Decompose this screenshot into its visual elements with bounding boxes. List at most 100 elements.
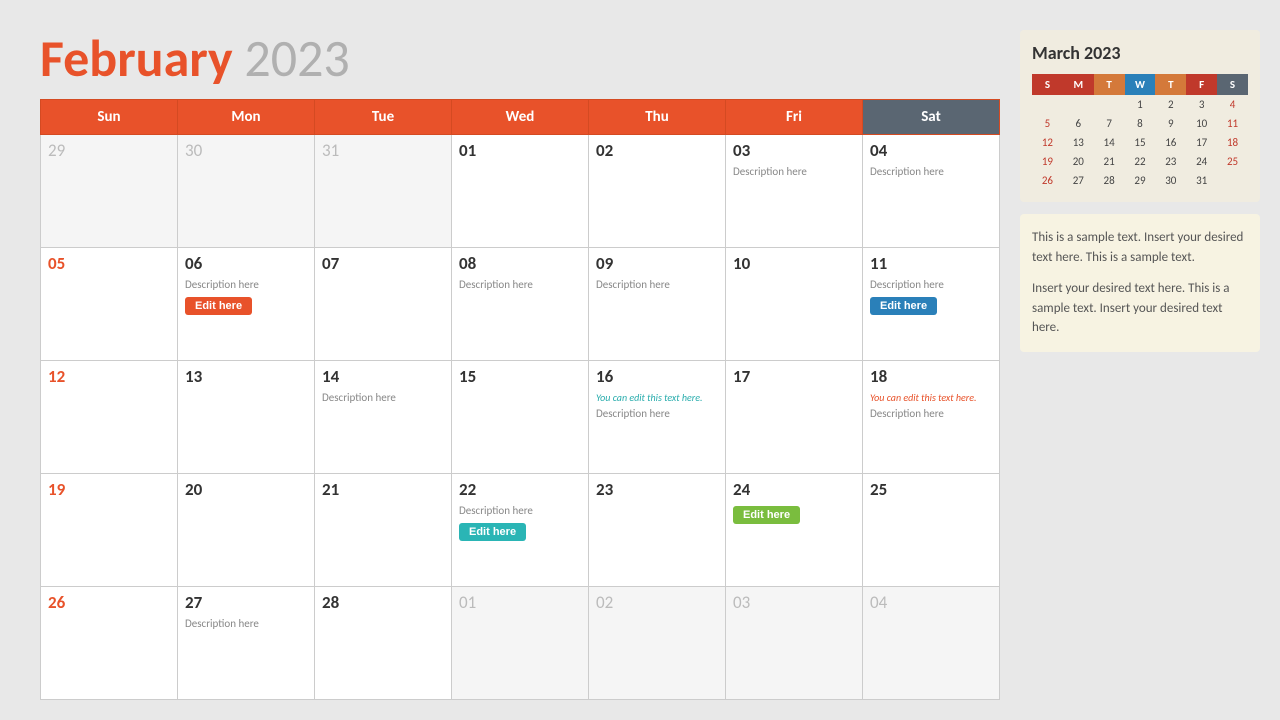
cal-cell: 28 — [315, 587, 452, 700]
mini-header-row: S M T W T F S — [1032, 74, 1248, 95]
day-number: 08 — [459, 253, 581, 274]
edit-button[interactable]: Edit here — [459, 523, 526, 541]
mini-cell: 15 — [1125, 133, 1156, 152]
day-number: 30 — [185, 140, 307, 161]
cal-cell: 03 — [726, 587, 863, 700]
header-thu: Thu — [589, 100, 726, 135]
cell-desc: Description here — [459, 278, 581, 291]
day-number: 17 — [733, 366, 855, 387]
mini-cell: 7 — [1094, 114, 1125, 133]
edit-button[interactable]: Edit here — [870, 297, 937, 315]
day-number: 24 — [733, 479, 855, 500]
sidebar-text-area: This is a sample text. Insert your desir… — [1020, 214, 1260, 352]
day-number: 02 — [596, 140, 718, 161]
cal-cell: 24 Edit here — [726, 474, 863, 587]
mini-week-row: 567891011 — [1032, 114, 1248, 133]
title-month: February — [40, 26, 233, 90]
mini-cell — [1094, 95, 1125, 114]
cal-cell: 02 — [589, 587, 726, 700]
cell-desc: Description here — [870, 407, 992, 420]
header-tue: Tue — [315, 100, 452, 135]
mini-cell: 10 — [1186, 114, 1217, 133]
cal-cell: 12 — [41, 361, 178, 474]
mini-cell: 25 — [1217, 152, 1248, 171]
mini-week-row: 12131415161718 — [1032, 133, 1248, 152]
day-number: 25 — [870, 479, 992, 500]
cal-cell: 09Description here — [589, 248, 726, 361]
cal-cell: 18You can edit this text here.Descriptio… — [863, 361, 1000, 474]
mini-cell: 13 — [1063, 133, 1094, 152]
cal-cell: 31 — [315, 135, 452, 248]
edit-button[interactable]: Edit here — [185, 297, 252, 315]
mini-cell: 9 — [1155, 114, 1186, 133]
day-number: 21 — [322, 479, 444, 500]
day-number: 29 — [48, 140, 170, 161]
header-sun: Sun — [41, 100, 178, 135]
mini-h-t2: T — [1155, 74, 1186, 95]
mini-cell — [1032, 95, 1063, 114]
mini-cell: 31 — [1186, 171, 1217, 190]
day-number: 09 — [596, 253, 718, 274]
mini-cell: 18 — [1217, 133, 1248, 152]
day-number: 04 — [870, 140, 992, 161]
mini-h-w: W — [1125, 74, 1156, 95]
day-number: 15 — [459, 366, 581, 387]
mini-cell: 6 — [1063, 114, 1094, 133]
mini-h-s2: S — [1217, 74, 1248, 95]
day-number: 22 — [459, 479, 581, 500]
sidebar: March 2023 S M T W T F S 12 3456789101112… — [1020, 30, 1260, 700]
day-number: 07 — [322, 253, 444, 274]
mini-cell: 21 — [1094, 152, 1125, 171]
title-year: 2023 — [244, 26, 349, 90]
edit-button[interactable]: Edit here — [733, 506, 800, 524]
cal-cell: 19 — [41, 474, 178, 587]
mini-h-f: F — [1186, 74, 1217, 95]
cal-cell: 22 Description here Edit here — [452, 474, 589, 587]
cal-week-row: 19202122Description hereEdit here2324Edi… — [41, 474, 1000, 587]
mini-cell: 30 — [1155, 171, 1186, 190]
cal-cell: 21 — [315, 474, 452, 587]
mini-cell: 24 — [1186, 152, 1217, 171]
cell-desc: Description here — [459, 504, 581, 517]
cell-desc: Description here — [870, 165, 992, 178]
header-sat: Sat — [863, 100, 1000, 135]
day-number: 31 — [322, 140, 444, 161]
mini-h-t1: T — [1094, 74, 1125, 95]
cal-cell: 11 Description here Edit here — [863, 248, 1000, 361]
day-number: 12 — [48, 366, 170, 387]
day-number: 20 — [185, 479, 307, 500]
day-number: 03 — [733, 140, 855, 161]
main-calendar: February 2023 Sun Mon Tue Wed Thu Fri Sa… — [40, 30, 1000, 700]
cal-cell: 06Description hereEdit here — [178, 248, 315, 361]
cal-week-row: 0506Description hereEdit here0708Descrip… — [41, 248, 1000, 361]
cal-cell: 03Description here — [726, 135, 863, 248]
mini-cell: 3 — [1186, 95, 1217, 114]
cal-week-row: 29 30 31 01 02 03Description here 04 Descriptio… — [41, 135, 1000, 248]
mini-week-row: 19202122232425 — [1032, 152, 1248, 171]
cal-cell: 17 — [726, 361, 863, 474]
cell-desc: Description here — [870, 278, 992, 291]
mini-cell: 8 — [1125, 114, 1156, 133]
header-fri: Fri — [726, 100, 863, 135]
cal-cell: 14Description here — [315, 361, 452, 474]
mini-cell: 12 — [1032, 133, 1063, 152]
mini-h-m: M — [1063, 74, 1094, 95]
mini-calendar-body: 12 34567891011121314151617181920212223242… — [1032, 95, 1248, 190]
mini-cell: 27 — [1063, 171, 1094, 190]
mini-calendar-box: March 2023 S M T W T F S 12 3456789101112… — [1020, 30, 1260, 202]
cal-cell: 25 — [863, 474, 1000, 587]
cal-cell: 04 — [863, 587, 1000, 700]
mini-cell: 22 — [1125, 152, 1156, 171]
mini-week-row: 262728293031 — [1032, 171, 1248, 190]
day-number: 06 — [185, 253, 307, 274]
cal-cell: 02 — [589, 135, 726, 248]
mini-cell: 16 — [1155, 133, 1186, 152]
day-number: 11 — [870, 253, 992, 274]
cell-desc: Description here — [185, 617, 307, 630]
mini-cell: 4 — [1217, 95, 1248, 114]
mini-cell — [1063, 95, 1094, 114]
cal-week-row: 121314Description here1516You can edit t… — [41, 361, 1000, 474]
mini-cal-title: March 2023 — [1032, 42, 1248, 64]
cal-cell: 01 — [452, 135, 589, 248]
day-number: 26 — [48, 592, 170, 613]
